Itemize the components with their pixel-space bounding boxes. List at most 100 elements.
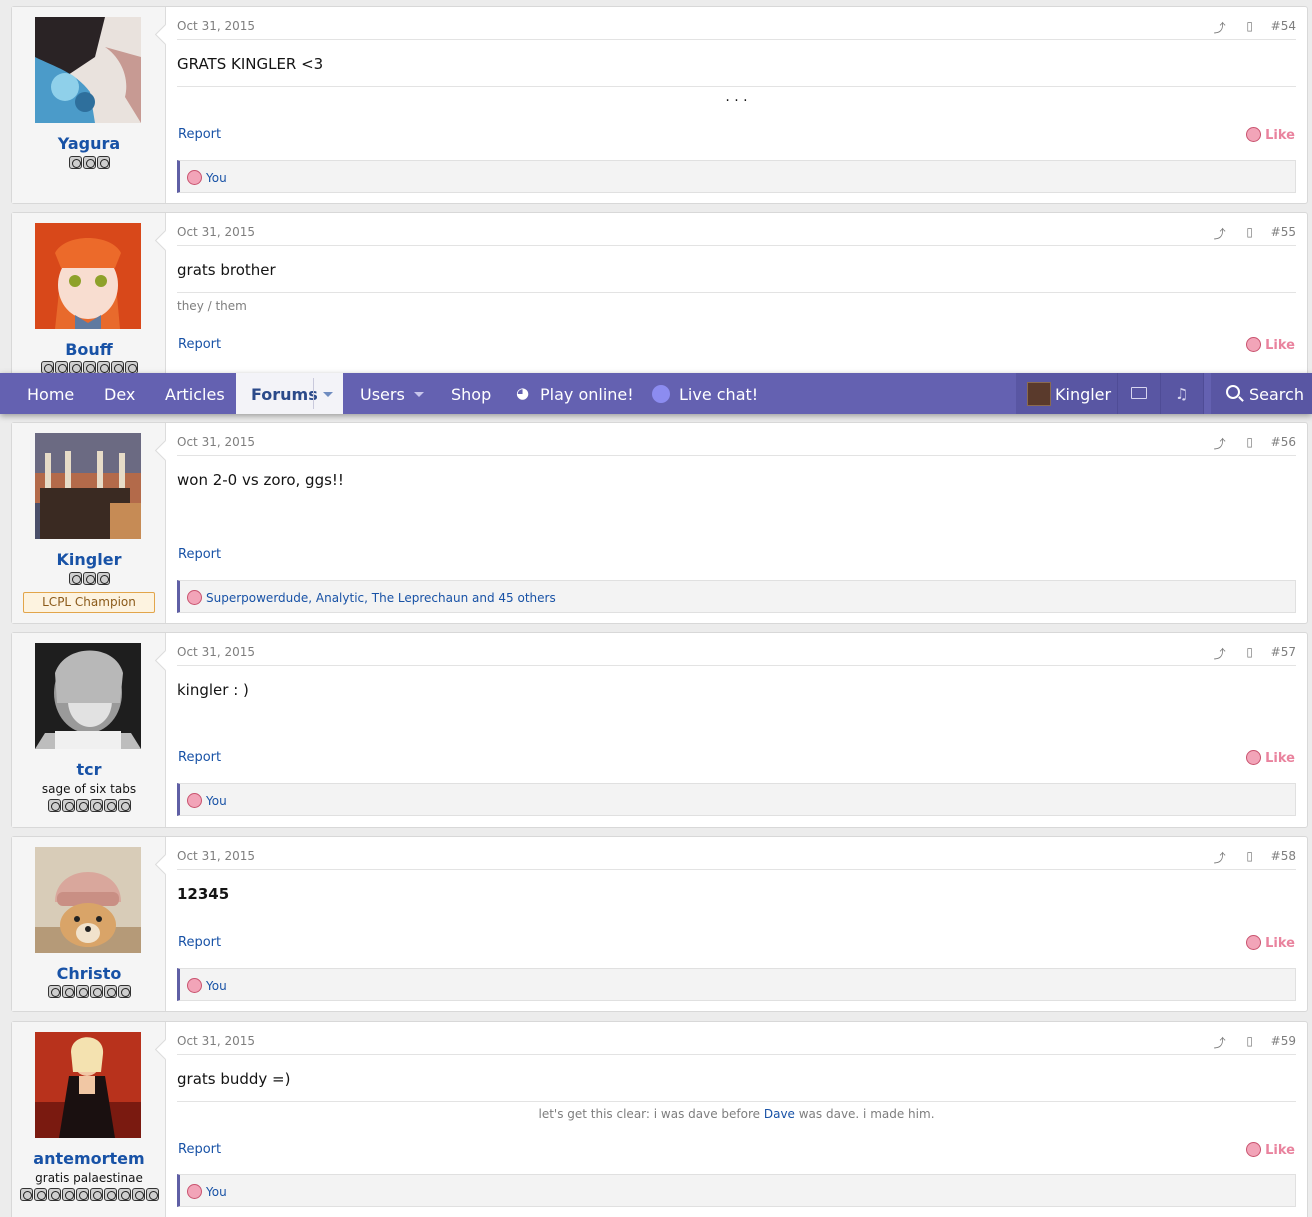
bookmark-icon[interactable]: ▯ [1235,435,1265,452]
share-icon[interactable]: ⤴ [1205,225,1235,242]
search-label: Search [1249,385,1304,404]
avatar[interactable] [35,643,141,749]
username[interactable]: Kingler [12,550,166,569]
badge-icon [145,1188,159,1201]
post-date[interactable]: Oct 31, 2015 [177,1034,255,1048]
chevron-down-icon[interactable] [414,392,424,397]
bookmark-icon[interactable]: ▯ [1235,1034,1265,1051]
search-segment[interactable]: Search [1211,373,1312,414]
username[interactable]: Bouff [12,340,166,359]
nav-users[interactable]: Users [360,385,405,404]
chevron-down-icon[interactable] [323,392,333,397]
bookmark-icon[interactable]: ▯ [1235,225,1265,242]
user-cell: Yagura [12,7,166,203]
reactions-bar[interactable]: Superpowerdude, Analytic, The Leprechaun… [177,580,1296,613]
share-icon[interactable]: ⤴ [1205,645,1235,662]
reactions-bar[interactable]: You [177,968,1296,1001]
badge-icon [89,985,103,998]
reactions-bar[interactable]: You [177,160,1296,193]
signature-text-after: was dave. i made him. [794,1107,935,1121]
nav-live-chat[interactable]: Live chat! [679,385,758,404]
avatar[interactable] [35,223,141,329]
signature-divider [177,1101,1296,1102]
nav-articles[interactable]: Articles [165,385,225,404]
share-icon[interactable]: ⤴ [1205,435,1235,452]
username[interactable]: Yagura [12,134,166,153]
like-icon [187,793,202,808]
envelope-icon [1131,387,1147,399]
post-date[interactable]: Oct 31, 2015 [177,19,255,33]
like-button[interactable]: Like [1246,750,1295,766]
post-body: GRATS KINGLER <3 [177,55,324,73]
like-label: Like [1265,338,1295,353]
signature-divider [177,86,1296,87]
user-cell: Kingler LCPL Champion [12,423,166,623]
signature-link[interactable]: Dave [764,1107,795,1121]
badge-icon [47,1188,61,1201]
inbox-segment[interactable] [1118,373,1160,414]
avatar[interactable] [35,17,141,123]
badge-icon [103,985,117,998]
badge-icon [131,1188,145,1201]
reactions-bar[interactable]: You [177,783,1296,816]
nav-play-online[interactable]: Play online! [540,385,634,404]
badge-icon [33,1188,47,1201]
post-date[interactable]: Oct 31, 2015 [177,645,255,659]
post-date[interactable]: Oct 31, 2015 [177,225,255,239]
user-title: sage of six tabs [41,782,137,796]
report-link[interactable]: Report [178,547,221,562]
nav-home[interactable]: Home [27,385,74,404]
like-button[interactable]: Like [1246,935,1295,951]
reactions-list[interactable]: You [206,979,227,993]
report-link[interactable]: Report [178,750,221,765]
report-link[interactable]: Report [178,337,221,352]
post-date[interactable]: Oct 31, 2015 [177,435,255,449]
like-button[interactable]: Like [1246,337,1295,353]
account-segment[interactable]: Kingler [1016,373,1117,414]
avatar[interactable] [35,847,141,953]
share-icon[interactable]: ⤴ [1205,849,1235,866]
avatar[interactable] [35,433,141,539]
like-button[interactable]: Like [1246,1142,1295,1158]
post-number[interactable]: #54 [1271,19,1296,36]
bookmark-icon[interactable]: ▯ [1235,849,1265,866]
like-button[interactable]: Like [1246,127,1295,143]
reactions-list[interactable]: You [206,1185,227,1199]
badge-icon [103,799,117,812]
username[interactable]: Christo [12,964,166,983]
badge-icon [75,799,89,812]
reactions-list[interactable]: Superpowerdude, Analytic, The Leprechaun… [206,591,556,605]
alerts-segment[interactable]: ♫ [1161,373,1203,414]
user-badges [12,572,166,586]
post-date[interactable]: Oct 31, 2015 [177,849,255,863]
post-number[interactable]: #55 [1271,225,1296,242]
post-number[interactable]: #57 [1271,645,1296,662]
report-link[interactable]: Report [178,935,221,950]
post-actions: ⤴ ▯ #55 [1205,225,1296,242]
bookmark-icon[interactable]: ▯ [1235,645,1265,662]
account-avatar [1027,382,1051,406]
avatar[interactable] [35,1032,141,1138]
post-number[interactable]: #58 [1271,849,1296,866]
nav-shop[interactable]: Shop [451,385,491,404]
post-number[interactable]: #59 [1271,1034,1296,1051]
report-link[interactable]: Report [178,1142,221,1157]
reactions-list[interactable]: You [206,794,227,808]
badge-icon [61,1188,75,1201]
like-icon [187,590,202,605]
share-icon[interactable]: ⤴ [1205,19,1235,36]
post-number[interactable]: #56 [1271,435,1296,452]
reactions-list[interactable]: You [206,171,227,185]
share-icon[interactable]: ⤴ [1205,1034,1235,1051]
signature-divider [177,292,1296,293]
user-badges [12,799,166,813]
bookmark-icon[interactable]: ▯ [1235,19,1265,36]
nav-dex[interactable]: Dex [104,385,135,404]
username[interactable]: antemortem [12,1149,166,1168]
report-link[interactable]: Report [178,127,221,142]
reactions-bar[interactable]: You [177,1174,1296,1207]
nav-forums[interactable]: Forums [236,373,343,414]
like-icon [1246,127,1262,142]
signature-text-before: let's get this clear: i was dave before [538,1107,764,1121]
username[interactable]: tcr [12,760,166,779]
